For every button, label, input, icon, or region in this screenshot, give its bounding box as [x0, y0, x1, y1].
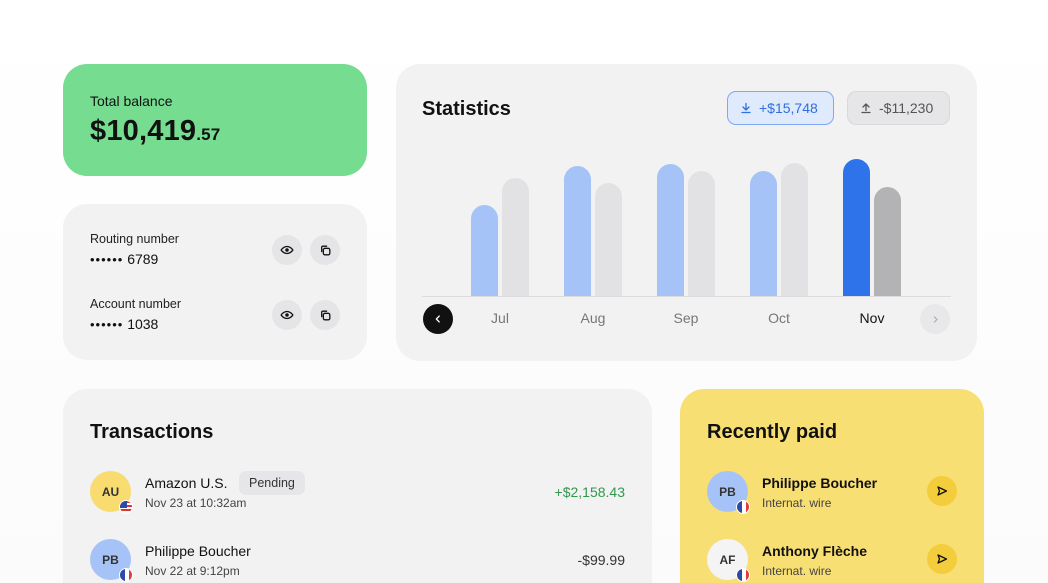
avatar-initials: AF [719, 552, 736, 567]
expense-bar-sep[interactable] [688, 171, 715, 296]
statistics-card: Statistics +$15,748 -$11,230 Jul Aug Sep Oc… [396, 64, 977, 361]
avatar: PB [707, 471, 750, 514]
chevron-left-icon [435, 315, 440, 323]
income-bar-aug[interactable] [564, 166, 591, 296]
france-flag-icon [736, 568, 750, 582]
transaction-row[interactable]: AU Amazon U.S. Pending Nov 23 at 10:32am… [90, 471, 625, 514]
expense-bar-jul[interactable] [502, 178, 529, 296]
recently-paid-card: Recently paid PB Philippe Boucher Intern… [680, 389, 984, 583]
send-icon [937, 554, 948, 564]
reveal-account-button[interactable] [272, 300, 302, 330]
transaction-date: Nov 22 at 9:12pm [145, 564, 240, 578]
reveal-routing-button[interactable] [272, 235, 302, 265]
total-balance-label: Total balance [90, 93, 173, 109]
transaction-row[interactable]: PB Philippe Boucher Nov 22 at 9:12pm -$9… [90, 539, 625, 582]
next-month-button[interactable] [920, 304, 950, 334]
copy-account-button[interactable] [310, 300, 340, 330]
transactions-title: Transactions [90, 421, 214, 443]
france-flag-icon [736, 500, 750, 514]
income-bar-jul[interactable] [471, 205, 498, 296]
expense-bar-aug[interactable] [595, 183, 622, 296]
account-number-mask: •••••• [90, 317, 124, 332]
transactions-card: Transactions AU Amazon U.S. Pending Nov … [63, 389, 652, 583]
eye-icon [280, 245, 294, 255]
avatar-initials: AU [101, 484, 120, 499]
recently-paid-title: Recently paid [707, 421, 838, 443]
income-bar-oct[interactable] [750, 171, 777, 296]
income-bar-sep[interactable] [657, 164, 684, 296]
avatar: AU [90, 471, 133, 514]
expense-bar-oct[interactable] [781, 163, 808, 296]
routing-number-last4: 6789 [127, 251, 159, 267]
account-number-row: Account number •••••• 1038 [90, 297, 340, 337]
payee-name: Philippe Boucher [762, 475, 878, 491]
avatar: AF [707, 539, 750, 582]
balance-amount-main: $10,419 [90, 115, 197, 147]
france-flag-icon [119, 568, 133, 582]
avatar: PB [90, 539, 133, 582]
routing-number-row: Routing number •••••• 6789 [90, 232, 340, 272]
copy-routing-button[interactable] [310, 235, 340, 265]
transaction-amount: +$2,158.43 [554, 484, 625, 500]
recent-payee-row[interactable]: PB Philippe Boucher Internat. wire [707, 471, 957, 514]
eye-icon [280, 310, 294, 320]
chevron-right-icon [933, 315, 938, 323]
balance-amount-cents: .57 [196, 125, 221, 144]
total-balance-amount: $10,419.57 [90, 115, 340, 148]
month-label-oct[interactable]: Oct [768, 310, 790, 326]
total-balance-card: Total balance $10,419.57 [63, 64, 367, 176]
send-icon [937, 486, 948, 496]
us-flag-icon [119, 500, 133, 514]
transaction-date: Nov 23 at 10:32am [145, 496, 247, 510]
send-money-button[interactable] [927, 476, 957, 506]
payee-method: Internat. wire [762, 564, 832, 578]
month-label-aug[interactable]: Aug [581, 310, 606, 326]
copy-icon [320, 245, 330, 255]
routing-number-mask: •••••• [90, 252, 124, 267]
previous-month-button[interactable] [423, 304, 453, 334]
month-label-jul[interactable]: Jul [491, 310, 509, 326]
send-money-button[interactable] [927, 544, 957, 574]
transaction-amount: -$99.99 [577, 552, 625, 568]
payee-method: Internat. wire [762, 496, 832, 510]
account-number-last4: 1038 [127, 316, 159, 332]
recent-payee-row[interactable]: AF Anthony Flèche Internat. wire [707, 539, 957, 582]
avatar-initials: PB [719, 484, 736, 499]
month-label-nov[interactable]: Nov [860, 310, 885, 326]
avatar-initials: PB [102, 552, 119, 567]
transaction-name: Amazon U.S. [145, 475, 228, 491]
copy-icon [320, 310, 330, 320]
status-badge: Pending [239, 471, 305, 495]
bank-details-card: Routing number •••••• 6789 Account numbe… [63, 204, 367, 360]
month-label-sep[interactable]: Sep [674, 310, 699, 326]
payee-name: Anthony Flèche [762, 543, 868, 559]
transaction-name: Philippe Boucher [145, 543, 251, 559]
income-bar-nov[interactable] [843, 159, 870, 296]
expense-bar-nov[interactable] [874, 187, 901, 296]
